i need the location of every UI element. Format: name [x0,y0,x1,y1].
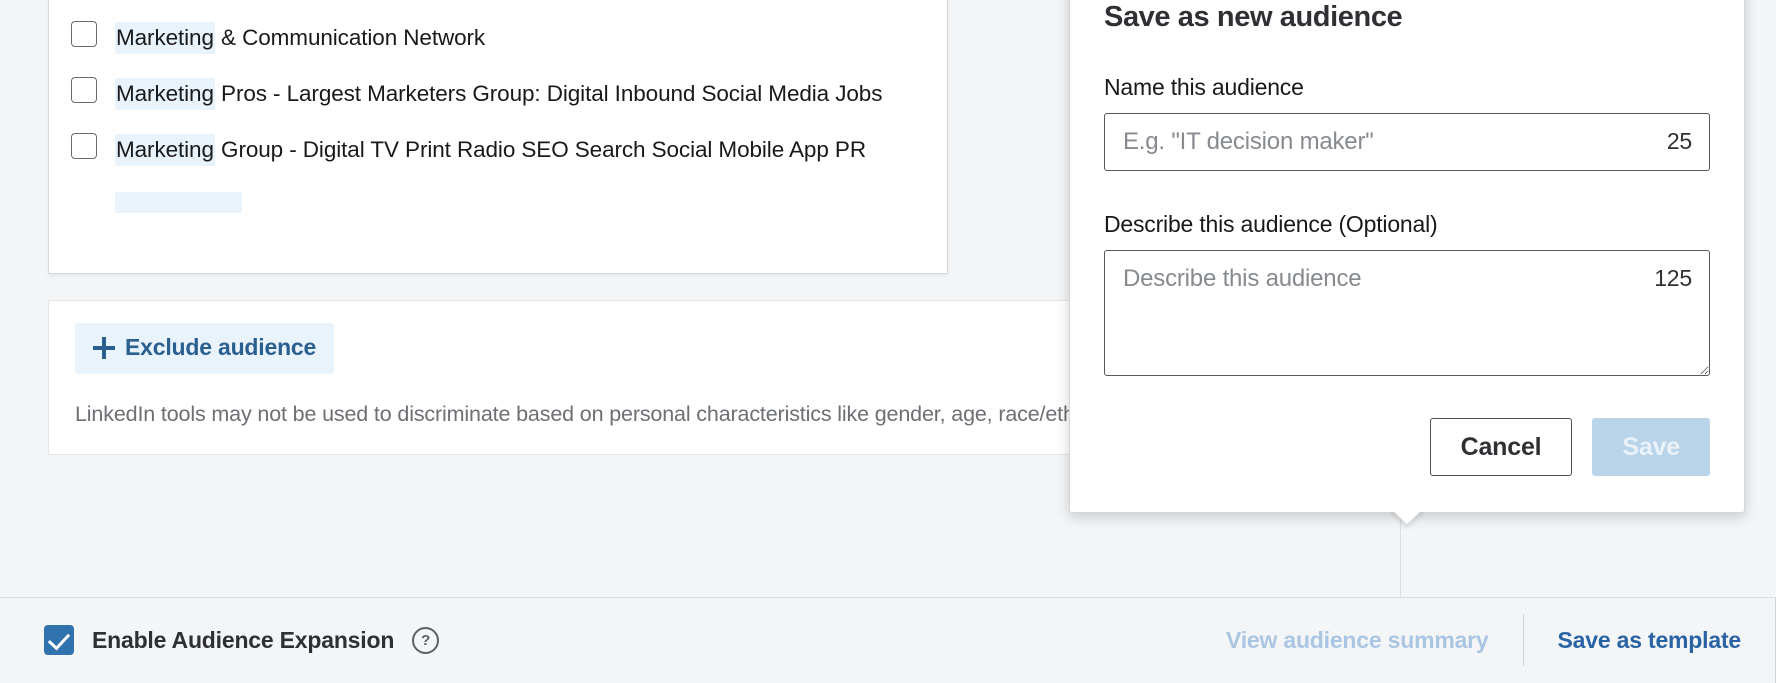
suggestion-label: Marketing Pros - Largest Marketers Group… [115,76,882,112]
audience-suggestion-list[interactable]: Marketing | Social Media | Business | Di… [48,0,948,274]
suggestion-label: Marketing & Communication Network [115,20,485,56]
question-mark-circle-icon[interactable]: ? [412,626,440,654]
popover-title: Save as new audience [1104,1,1403,33]
exclude-audience-button[interactable]: Exclude audience [75,323,335,374]
suggestion-checkbox[interactable] [71,133,97,159]
name-field-wrap: 25 [1104,113,1710,171]
suggestion-checkbox[interactable] [71,77,97,103]
disclaimer-text: LinkedIn tools may not be used to discri… [75,402,1133,426]
cancel-button[interactable]: Cancel [1429,418,1573,476]
suggestion-match: Marketing [115,22,215,54]
plus-icon [93,336,115,359]
save-as-new-audience-popover: Save as new audience Name this audience … [1069,0,1745,513]
list-item[interactable]: Marketing Group - Digital TV Print Radio… [49,122,947,178]
enable-audience-expansion-checkbox[interactable] [44,625,74,655]
popover-arrow [1390,512,1424,529]
suggestion-rest: & Communication Network [214,25,486,50]
suggestion-rest: Group - Digital TV Print Radio SEO Searc… [214,137,866,162]
suggestion-rest: Pros - Largest Marketers Group: Digital … [214,81,883,106]
list-item[interactable]: Marketing & Communication Network [49,10,947,66]
bottom-links: View audience summary Save as template [1192,597,1776,683]
page-root: Marketing | Social Media | Business | Di… [0,0,1776,683]
bottom-action-bar: Enable Audience Expansion ? View audienc… [0,597,1776,683]
view-audience-summary-link[interactable]: View audience summary [1192,627,1523,654]
enable-audience-expansion-label: Enable Audience Expansion [92,626,395,653]
popover-actions: Cancel Save [1104,418,1710,476]
list-item[interactable]: Marketing | Social Media | Business | Di… [49,0,947,10]
list-item[interactable] [49,178,947,234]
save-button: Save [1592,418,1710,476]
name-field-label: Name this audience [1104,74,1304,100]
exclude-audience-label: Exclude audience [125,334,317,360]
suggestion-label [115,188,242,224]
audience-expansion-group: Enable Audience Expansion ? [0,625,440,655]
audience-description-textarea[interactable] [1104,250,1710,376]
suggestion-match: Marketing [115,134,215,166]
audience-name-input[interactable] [1104,113,1710,171]
describe-field-wrap: 125 [1104,250,1710,376]
suggestion-label: Marketing Group - Digital TV Print Radio… [115,132,866,168]
describe-field-label: Describe this audience (Optional) [1104,211,1438,237]
list-item[interactable]: Marketing Pros - Largest Marketers Group… [49,66,947,122]
suggestion-match: Marketing [115,78,215,110]
suggestion-match [115,192,242,213]
suggestion-checkbox[interactable] [71,21,97,47]
save-as-template-link[interactable]: Save as template [1524,627,1775,654]
